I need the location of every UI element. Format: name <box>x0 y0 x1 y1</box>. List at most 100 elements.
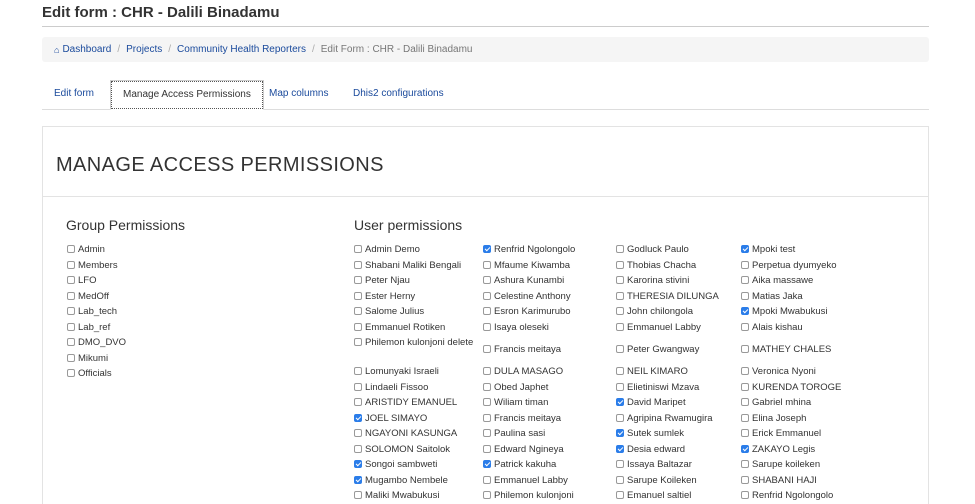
checkbox-unchecked[interactable] <box>483 345 491 353</box>
permission-checkbox-item[interactable]: Issaya Baltazar <box>616 459 692 471</box>
permission-checkbox-item[interactable]: Emmanuel Rotiken <box>354 322 445 334</box>
checkbox-unchecked[interactable] <box>483 429 491 437</box>
checkbox-unchecked[interactable] <box>741 291 749 300</box>
checkbox-unchecked[interactable] <box>67 369 75 377</box>
checkbox-unchecked[interactable] <box>616 460 624 468</box>
tab-dhis2-configurations[interactable]: Dhis2 configurations <box>341 80 456 110</box>
checkbox-unchecked[interactable] <box>616 291 624 300</box>
permission-checkbox-item[interactable]: ZAKAYO Legis <box>741 444 815 456</box>
permission-checkbox-item[interactable]: Emmanuel Labby <box>483 475 568 487</box>
checkbox-unchecked[interactable] <box>354 444 362 453</box>
checkbox-unchecked[interactable] <box>483 307 491 315</box>
permission-checkbox-item[interactable]: Philemon kulonjoni <box>483 490 574 502</box>
permission-checkbox-item[interactable]: Members <box>67 260 118 272</box>
permission-checkbox-item[interactable]: John chilongola <box>616 306 693 318</box>
checkbox-unchecked[interactable] <box>483 444 491 453</box>
breadcrumb-dashboard[interactable]: Dashboard <box>62 44 111 55</box>
checkbox-checked[interactable] <box>354 475 362 484</box>
permission-checkbox-item[interactable]: Peter Gwangway <box>616 344 699 356</box>
checkbox-unchecked[interactable] <box>616 322 624 331</box>
checkbox-checked[interactable] <box>616 444 624 453</box>
permission-checkbox-item[interactable]: ARISTIDY EMANUEL <box>354 397 457 409</box>
permission-checkbox-item[interactable]: Peter Njau <box>354 275 410 287</box>
permission-checkbox-item[interactable]: Sutek sumlek <box>616 428 684 440</box>
permission-checkbox-item[interactable]: Mpoki Mwabukusi <box>741 306 828 318</box>
breadcrumb-project[interactable]: Community Health Reporters <box>177 44 306 55</box>
checkbox-unchecked[interactable] <box>354 398 362 406</box>
checkbox-unchecked[interactable] <box>616 260 624 269</box>
permission-checkbox-item[interactable]: DMO_DVO <box>67 337 126 349</box>
checkbox-unchecked[interactable] <box>354 491 362 499</box>
checkbox-unchecked[interactable] <box>354 382 362 391</box>
permission-checkbox-item[interactable]: Elina Joseph <box>741 413 806 425</box>
permission-checkbox-item[interactable]: Desia edward <box>616 444 685 456</box>
checkbox-unchecked[interactable] <box>483 367 491 375</box>
permission-checkbox-item[interactable]: Mugambo Nembele <box>354 475 448 487</box>
checkbox-unchecked[interactable] <box>616 367 624 375</box>
permission-checkbox-item[interactable]: Obed Japhet <box>483 382 548 394</box>
checkbox-unchecked[interactable] <box>741 367 749 375</box>
checkbox-unchecked[interactable] <box>616 413 624 422</box>
checkbox-checked[interactable] <box>741 307 749 315</box>
permission-checkbox-item[interactable]: Lab_tech <box>67 306 117 318</box>
permission-checkbox-item[interactable]: Agripina Rwamugira <box>616 413 713 425</box>
permission-checkbox-item[interactable]: Lomunyaki Israeli <box>354 366 439 378</box>
permission-checkbox-item[interactable]: Francis meitaya <box>483 344 561 356</box>
permission-checkbox-item[interactable]: MATHEY CHALES <box>741 344 831 356</box>
permission-checkbox-item[interactable]: Alais kishau <box>741 322 803 334</box>
tab-edit-form[interactable]: Edit form <box>42 80 106 110</box>
checkbox-unchecked[interactable] <box>67 245 75 253</box>
tab-map-columns[interactable]: Map columns <box>257 80 340 110</box>
checkbox-unchecked[interactable] <box>741 475 749 484</box>
checkbox-unchecked[interactable] <box>354 429 362 437</box>
checkbox-unchecked[interactable] <box>616 491 624 499</box>
permission-checkbox-item[interactable]: Lab_ref <box>67 322 110 334</box>
checkbox-checked[interactable] <box>741 245 749 253</box>
checkbox-unchecked[interactable] <box>741 322 749 331</box>
permission-checkbox-item[interactable]: Shabani Maliki Bengali <box>354 260 461 272</box>
permission-checkbox-item[interactable]: Edward Ngineya <box>483 444 564 456</box>
checkbox-unchecked[interactable] <box>483 398 491 406</box>
checkbox-unchecked[interactable] <box>67 338 75 346</box>
checkbox-unchecked[interactable] <box>616 276 624 284</box>
permission-checkbox-item[interactable]: THERESIA DILUNGA <box>616 291 719 303</box>
permission-checkbox-item[interactable]: David Maripet <box>616 397 686 409</box>
permission-checkbox-item[interactable]: Emanuel saltiel <box>616 490 691 502</box>
checkbox-unchecked[interactable] <box>67 353 75 362</box>
permission-checkbox-item[interactable]: Celestine Anthony <box>483 291 571 303</box>
checkbox-unchecked[interactable] <box>354 307 362 315</box>
permission-checkbox-item[interactable]: DULA MASAGO <box>483 366 563 378</box>
permission-checkbox-item[interactable]: Lindaeli Fissoo <box>354 382 428 394</box>
permission-checkbox-item[interactable]: Isaya oleseki <box>483 322 549 334</box>
permission-checkbox-item[interactable]: Mfaume Kiwamba <box>483 260 570 272</box>
checkbox-unchecked[interactable] <box>616 307 624 315</box>
checkbox-unchecked[interactable] <box>741 260 749 269</box>
permission-checkbox-item[interactable]: Ester Herny <box>354 291 415 303</box>
permission-checkbox-item[interactable]: Karorina stivini <box>616 275 689 287</box>
checkbox-unchecked[interactable] <box>67 307 75 315</box>
checkbox-unchecked[interactable] <box>354 291 362 300</box>
tab-manage-access-permissions[interactable]: Manage Access Permissions <box>110 80 264 110</box>
checkbox-unchecked[interactable] <box>616 345 624 353</box>
checkbox-unchecked[interactable] <box>67 322 75 331</box>
permission-checkbox-item[interactable]: Philemon kulonjoni delete <box>354 337 474 349</box>
checkbox-unchecked[interactable] <box>741 345 749 353</box>
checkbox-unchecked[interactable] <box>741 413 749 422</box>
permission-checkbox-item[interactable]: Renfrid Ngolongolo <box>741 490 833 502</box>
permission-checkbox-item[interactable]: Mpoki test <box>741 244 795 256</box>
permission-checkbox-item[interactable]: Officials <box>67 368 112 380</box>
permission-checkbox-item[interactable]: Elietiniswi Mzava <box>616 382 699 394</box>
checkbox-unchecked[interactable] <box>483 291 491 300</box>
checkbox-unchecked[interactable] <box>483 475 491 484</box>
permission-checkbox-item[interactable]: Songoi sambweti <box>354 459 437 471</box>
permission-checkbox-item[interactable]: NGAYONI KASUNGA <box>354 428 457 440</box>
checkbox-unchecked[interactable] <box>616 382 624 391</box>
breadcrumb-projects[interactable]: Projects <box>126 44 162 55</box>
permission-checkbox-item[interactable]: JOEL SIMAYO <box>354 413 427 425</box>
checkbox-unchecked[interactable] <box>483 260 491 269</box>
checkbox-checked[interactable] <box>616 429 624 437</box>
checkbox-unchecked[interactable] <box>483 413 491 422</box>
checkbox-unchecked[interactable] <box>354 338 362 346</box>
checkbox-unchecked[interactable] <box>67 291 75 300</box>
checkbox-checked[interactable] <box>483 245 491 253</box>
